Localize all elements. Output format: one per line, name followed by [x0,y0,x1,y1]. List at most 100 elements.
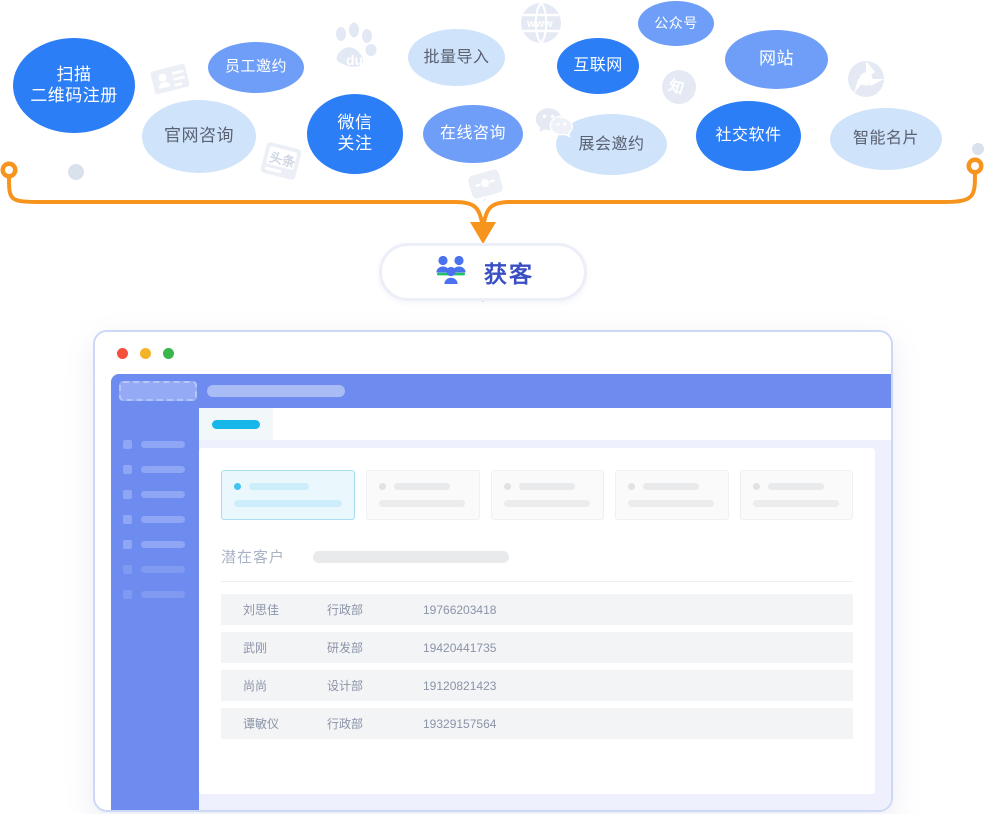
metric-card-head [379,483,467,490]
www-globe-icon: www [518,0,564,46]
sidebar-item-3[interactable] [111,515,185,524]
app-logo-placeholder[interactable] [119,381,197,401]
baidu-paw-icon: du [326,22,380,76]
metric-card-bullet-icon [752,483,760,490]
metric-card-bullet-icon [234,483,241,490]
channel-bubble-label: 扫描 二维码注册 [30,64,118,105]
infographic-stage: 扫描 二维码注册 官网咨询 员工邀约 微信 关注 批量导入 在线咨询 互联网 公众号 展会邀约网… [0,0,984,814]
sidebar-item-icon [123,590,132,599]
channel-bubble-label: 网站 [759,49,794,69]
zhihu-icon: 知 [655,63,703,111]
content-panel: 潜在客户 刘思佳 行政部 19766203418 武刚 研发部 19420441735 尚尚… [199,448,875,794]
metric-card-title-placeholder [249,483,309,490]
crm-app: 潜在客户 刘思佳 行政部 19766203418 武刚 研发部 19420441735 尚尚… [111,374,891,810]
sidebar-item-label-placeholder [141,591,185,598]
table-row[interactable]: 刘思佳 行政部 19766203418 [221,594,853,625]
app-search-placeholder[interactable] [207,385,345,397]
channel-bubble-label: 批量导入 [423,48,490,66]
metric-card-value-placeholder [752,500,839,507]
customer-name: 刘思佳 [243,603,280,617]
metric-card-bullet-icon [379,483,386,490]
browser-window: 潜在客户 刘思佳 行政部 19766203418 武刚 研发部 19420441735 尚尚… [93,330,893,812]
sidebar-item-icon [123,540,132,549]
customer-name: 武刚 [243,641,268,655]
section-header: 潜在客户 [221,546,853,582]
channel-bubble-label: 员工邀约 [224,58,287,76]
sidebar-item-0[interactable] [111,440,185,449]
hook-customers-pill[interactable]: 获客 [379,243,587,301]
sidebar-item-icon [123,465,132,474]
tab-active[interactable] [199,408,273,440]
customer-dept: 行政部 [327,603,364,617]
metric-card-value-placeholder [379,500,465,507]
app-content: 潜在客户 刘思佳 行政部 19766203418 武刚 研发部 19420441735 尚尚… [199,408,891,810]
browser-titlebar [95,332,891,374]
close-traffic-light[interactable] [117,347,128,359]
channel-bubble-7[interactable]: 公众号 [638,1,714,46]
app-body: 潜在客户 刘思佳 行政部 19766203418 武刚 研发部 19420441735 尚尚… [111,408,891,810]
app-sidebar [111,408,199,810]
channel-bubble-4[interactable]: 批量导入 [408,29,505,86]
sidebar-item-label-placeholder [141,491,185,498]
sidebar-item-icon [123,440,132,449]
channel-bubble-2[interactable]: 员工邀约 [208,42,304,93]
channel-bubble-0[interactable]: 扫描 二维码注册 [13,38,135,133]
metric-card-title-placeholder [394,483,450,490]
sidebar-item-label-placeholder [141,566,185,573]
customer-phone: 19420441735 [423,640,497,655]
minimize-traffic-light[interactable] [140,347,151,359]
channel-bubble-6[interactable]: 互联网 [557,38,639,94]
metric-card-4[interactable] [739,470,853,520]
metric-card-value-placeholder [234,500,342,507]
table-row[interactable]: 武刚 研发部 19420441735 [221,632,853,663]
svg-text:du: du [346,52,363,68]
metric-card-value-placeholder [628,500,714,507]
sidebar-item-2[interactable] [111,490,185,499]
metric-card-bullet-icon [628,483,635,490]
metric-card-title-placeholder [767,483,824,490]
sidebar-item-label-placeholder [141,466,185,473]
metric-card-row [221,470,853,520]
customer-dept: 研发部 [327,641,364,655]
channel-bubble-9[interactable]: 网站 [725,30,828,89]
metric-card-0[interactable] [221,470,355,520]
customer-dept: 行政部 [327,717,364,731]
sidebar-item-icon [123,565,132,574]
tab-label-placeholder [212,419,260,429]
metric-card-bullet-icon [503,483,511,490]
sidebar-item-label-placeholder [141,441,185,448]
sidebar-item-5[interactable] [111,565,185,574]
people-group-icon [432,254,470,291]
customer-name: 谭敏仪 [243,717,280,731]
table-row[interactable]: 谭敏仪 行政部 19329157564 [221,708,853,739]
customer-name: 尚尚 [243,679,268,693]
svg-text:www: www [526,18,553,30]
content-tabstrip [199,408,891,440]
sidebar-item-icon [123,515,132,524]
table-row[interactable]: 尚尚 设计部 19120821423 [221,670,853,701]
sidebar-item-4[interactable] [111,540,185,549]
section-title: 潜在客户 [221,549,286,566]
metric-card-1[interactable] [366,470,480,520]
hook-pill-label: 获客 [484,261,534,287]
customer-phone: 19329157564 [423,716,497,731]
customer-phone: 19120821423 [423,678,497,693]
channel-bubble-label: 互联网 [573,57,623,75]
channel-bubble-label: 公众号 [654,14,698,31]
metric-card-head [752,483,841,490]
metric-card-2[interactable] [490,470,604,520]
section-filter-placeholder[interactable] [313,550,510,563]
wechat-icon [533,100,575,142]
sidebar-item-1[interactable] [111,465,185,474]
metric-card-value-placeholder [503,500,590,507]
customer-phone: 19766203418 [423,602,497,617]
sidebar-item-6[interactable] [111,590,185,599]
sidebar-item-icon [123,490,132,499]
maximize-traffic-light[interactable] [163,347,174,359]
potential-customer-table: 刘思佳 行政部 19766203418 武刚 研发部 19420441735 尚尚 设计部 19… [221,594,853,739]
customer-dept: 设计部 [327,679,364,693]
metric-card-title-placeholder [643,483,699,490]
app-topbar [111,374,891,408]
metric-card-3[interactable] [615,470,729,520]
id-card-icon [143,52,196,105]
